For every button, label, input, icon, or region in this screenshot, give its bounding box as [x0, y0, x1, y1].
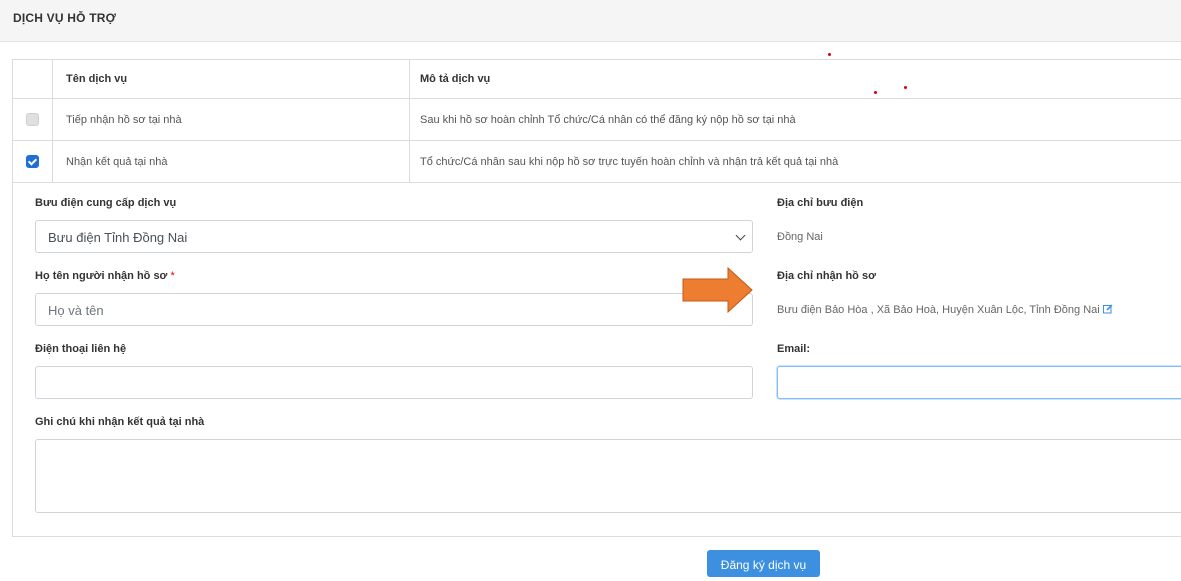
register-service-button[interactable]: Đăng ký dịch vụ [707, 550, 820, 577]
post-office-address-value: Đồng Nai [777, 231, 823, 243]
phone-input[interactable] [35, 366, 753, 399]
row-checkbox-cell [13, 141, 53, 183]
header-service-name: Tên dịch vụ [53, 60, 410, 99]
recipient-name-input[interactable]: Họ và tên [35, 293, 753, 326]
receive-address-row: Bưu điện Bảo Hòa , Xã Bảo Hoà, Huyện Xuâ… [777, 304, 1113, 316]
note-label: Ghi chú khi nhận kết quả tại nhà [35, 416, 204, 428]
table-header-row: Tên dịch vụ Mô tả dịch vụ [13, 60, 1181, 99]
service-checkbox-home-pickup[interactable] [26, 113, 39, 126]
arrow-right-icon [682, 267, 754, 313]
receive-address-value: Bưu điện Bảo Hòa , Xã Bảo Hoà, Huyện Xuâ… [777, 304, 1100, 316]
post-office-address-label: Địa chỉ bưu điện [777, 197, 863, 209]
service-description: Tổ chức/Cá nhân sau khi nộp hồ sơ trực t… [410, 141, 1181, 183]
section-title: DỊCH VỤ HỖ TRỢ [13, 11, 116, 25]
post-office-selected-value: Bưu điện Tỉnh Đồng Nai [48, 230, 187, 245]
services-table: Tên dịch vụ Mô tả dịch vụ Tiếp nhận hồ s… [13, 60, 1181, 183]
table-row: Nhận kết quả tại nhà Tổ chức/Cá nhân sau… [13, 141, 1181, 183]
required-mark: * [170, 270, 174, 282]
row-checkbox-cell [13, 99, 53, 141]
post-office-select[interactable]: Bưu điện Tỉnh Đồng Nai [35, 220, 753, 253]
post-office-label: Bưu điện cung cấp dịch vụ [35, 197, 176, 209]
chevron-down-icon [736, 231, 746, 241]
note-textarea[interactable] [35, 439, 1181, 513]
edit-icon[interactable] [1103, 304, 1113, 314]
service-name: Tiếp nhận hồ sơ tại nhà [53, 99, 410, 141]
recipient-name-label: Họ tên người nhận hồ sơ * [35, 270, 175, 282]
recipient-name-label-text: Họ tên người nhận hồ sơ [35, 270, 167, 282]
header-checkbox-cell [13, 60, 53, 99]
email-label: Email: [777, 343, 810, 355]
service-checkbox-home-delivery[interactable] [26, 155, 39, 168]
header-service-description: Mô tả dịch vụ [410, 60, 1181, 99]
red-dot-marker [828, 53, 831, 56]
email-input[interactable] [777, 366, 1181, 399]
phone-label: Điện thoại liên hệ [35, 343, 126, 355]
section-header: DỊCH VỤ HỖ TRỢ [0, 0, 1181, 42]
recipient-name-placeholder: Họ và tên [48, 303, 104, 318]
table-row: Tiếp nhận hồ sơ tại nhà Sau khi hồ sơ ho… [13, 99, 1181, 141]
service-name: Nhận kết quả tại nhà [53, 141, 410, 183]
service-description: Sau khi hồ sơ hoàn chỉnh Tổ chức/Cá nhân… [410, 99, 1181, 141]
receive-address-label: Địa chỉ nhận hồ sơ [777, 270, 876, 282]
